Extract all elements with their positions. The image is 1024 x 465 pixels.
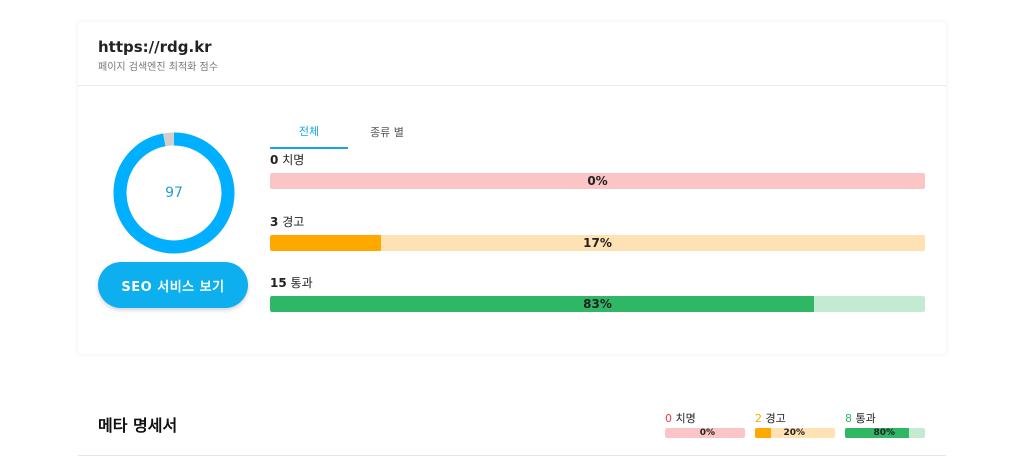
meta-summary-warning: 2 경고 20% — [755, 412, 835, 438]
meta-section-title: 메타 명세서 — [98, 416, 178, 435]
metric-warning-name: 경고 — [282, 215, 305, 229]
metric-warning: 3 경고 17% — [270, 214, 925, 251]
metric-passed-name: 통과 — [290, 276, 313, 290]
metric-warning-bar: 17% — [270, 235, 925, 251]
metric-critical-bar: 0% — [270, 173, 925, 189]
metric-passed: 15 통과 83% — [270, 275, 925, 312]
meta-summary-passed-label: 8 통과 — [845, 412, 925, 425]
meta-section-divider — [78, 455, 946, 456]
meta-summary-passed-count: 8 — [845, 412, 852, 425]
score-value: 97 — [165, 185, 183, 201]
meta-summary-warning-count: 2 — [755, 412, 762, 425]
tab-all[interactable]: 전체 — [270, 114, 348, 149]
site-url: https://rdg.kr — [98, 38, 212, 56]
metric-passed-count: 15 — [270, 276, 287, 290]
metric-warning-count: 3 — [270, 215, 279, 229]
meta-summary-warning-bar: 20% — [755, 428, 835, 438]
metric-warning-percent: 17% — [583, 236, 612, 250]
meta-summary-critical-percent: 0% — [699, 428, 715, 438]
meta-summary-critical: 0 치명 0% — [665, 412, 745, 438]
filter-tabs: 전체 종류 별 — [270, 114, 426, 149]
metric-warning-label: 3 경고 — [270, 214, 925, 230]
meta-summary-passed: 8 통과 80% — [845, 412, 925, 438]
seo-service-button[interactable]: SEO 서비스 보기 — [98, 262, 248, 308]
meta-summary-critical-label: 0 치명 — [665, 412, 745, 425]
site-subtitle: 페이지 검색엔진 최적화 점수 — [98, 62, 218, 73]
tab-by-type[interactable]: 종류 별 — [348, 114, 426, 149]
metric-critical-percent: 0% — [587, 174, 608, 188]
meta-summary-passed-percent: 80% — [873, 428, 895, 438]
metric-critical-count: 0 — [270, 153, 279, 167]
score-gauge: 97 — [110, 129, 238, 257]
metric-passed-bar: 83% — [270, 296, 925, 312]
meta-summary-warning-percent: 20% — [783, 428, 805, 438]
metric-critical: 0 치명 0% — [270, 152, 925, 189]
meta-summary-warning-name: 경고 — [765, 412, 786, 425]
meta-summary-passed-name: 통과 — [855, 412, 876, 425]
meta-summary-critical-count: 0 — [665, 412, 672, 425]
meta-summary-critical-name: 치명 — [675, 412, 696, 425]
metric-passed-label: 15 통과 — [270, 275, 925, 291]
seo-score-card: https://rdg.kr 페이지 검색엔진 최적화 점수 97 SEO 서비… — [78, 22, 946, 354]
meta-summary-warning-label: 2 경고 — [755, 412, 835, 425]
meta-summary-passed-bar: 80% — [845, 428, 925, 438]
meta-summary-warning-fill — [755, 428, 771, 438]
meta-summary-critical-bar: 0% — [665, 428, 745, 438]
card-header: https://rdg.kr 페이지 검색엔진 최적화 점수 — [78, 22, 946, 86]
metric-passed-percent: 83% — [583, 297, 612, 311]
metric-critical-name: 치명 — [282, 153, 305, 167]
metric-critical-label: 0 치명 — [270, 152, 925, 168]
